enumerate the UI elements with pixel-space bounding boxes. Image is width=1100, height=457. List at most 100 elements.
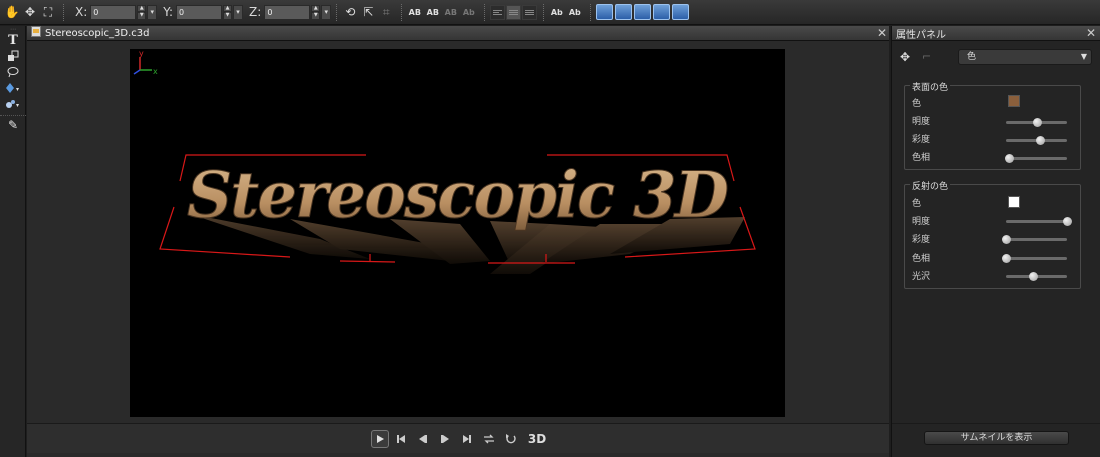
surface-color-group: 表面の色 色 明度 彩度 色相 bbox=[904, 80, 1081, 170]
text-style-button-3[interactable]: AB bbox=[443, 8, 458, 17]
y-coordinate-input[interactable]: 0 bbox=[176, 4, 223, 20]
view-perspective-icon[interactable] bbox=[615, 4, 633, 20]
reflection-color-label: 色 bbox=[912, 199, 922, 209]
toolbar-separator bbox=[336, 3, 338, 21]
rotate-icon[interactable]: ⟲ bbox=[342, 4, 358, 20]
repeat-button[interactable] bbox=[479, 429, 499, 449]
slider-knob[interactable] bbox=[1036, 136, 1046, 145]
reflection-gloss-slider[interactable] bbox=[1006, 272, 1067, 281]
y-label: Y: bbox=[163, 5, 174, 19]
view-top-icon[interactable] bbox=[653, 4, 671, 20]
next-frame-button[interactable] bbox=[435, 429, 455, 449]
surface-brightness-slider[interactable] bbox=[1006, 118, 1067, 127]
viewport-tab[interactable]: Stereoscopic_3D.c3d bbox=[27, 26, 889, 41]
play-button[interactable] bbox=[370, 429, 389, 448]
view-bottom-icon[interactable] bbox=[672, 4, 690, 20]
particle-tool-icon[interactable]: ▾ bbox=[0, 96, 26, 112]
shape-tool-icon[interactable] bbox=[0, 48, 26, 64]
text-style-button-1[interactable]: AB bbox=[407, 8, 422, 17]
lasso-tool-icon[interactable] bbox=[0, 64, 26, 80]
object-color-icon[interactable]: ▾ bbox=[0, 80, 26, 96]
text-tool-icon[interactable]: T bbox=[0, 32, 26, 48]
align-center-button[interactable] bbox=[506, 4, 522, 20]
viewport-panel: Stereoscopic_3D.c3d ✕ y x Stereoscopic 3… bbox=[27, 26, 889, 457]
slider-knob[interactable] bbox=[1002, 235, 1011, 244]
reflection-saturation-label: 彩度 bbox=[912, 235, 931, 245]
slider-knob[interactable] bbox=[1063, 217, 1072, 226]
chevron-down-icon: ▼ bbox=[1080, 52, 1087, 61]
property-panel-close-icon[interactable]: ✕ bbox=[1086, 27, 1096, 39]
hand-pan-icon[interactable]: ✋ bbox=[4, 4, 20, 20]
loop-icon bbox=[505, 434, 516, 444]
surface-color-title: 表面の色 bbox=[910, 80, 951, 93]
surface-color-label: 色 bbox=[912, 99, 922, 109]
property-tools: ✥ ⌐ 色 ▼ bbox=[892, 45, 1100, 71]
show-thumbnail-button[interactable]: サムネイルを表示 bbox=[924, 431, 1069, 445]
scene-svg: y x Stereoscopic 3D bbox=[133, 49, 756, 274]
x-label: X: bbox=[75, 5, 88, 19]
3d-canvas[interactable]: y x Stereoscopic 3D bbox=[130, 49, 785, 417]
crop-icon[interactable]: ⌗ bbox=[378, 4, 394, 20]
surface-saturation-slider[interactable] bbox=[1006, 136, 1067, 145]
text-style-button-2[interactable]: AB bbox=[425, 8, 440, 17]
toolbar-separator bbox=[590, 3, 592, 21]
text-style-button-4[interactable]: Ab bbox=[461, 8, 476, 17]
surface-color-swatch[interactable] bbox=[1008, 95, 1020, 107]
svg-text:▾: ▾ bbox=[16, 86, 19, 93]
fit-view-icon[interactable]: ⛶ bbox=[40, 4, 56, 20]
surface-brightness-label: 明度 bbox=[912, 117, 931, 127]
eyedropper-icon[interactable]: ⌐ bbox=[922, 50, 931, 63]
go-to-start-button[interactable] bbox=[391, 429, 411, 449]
axis-gizmo-icon: y x bbox=[133, 49, 158, 76]
scene-3d-text[interactable]: Stereoscopic 3D bbox=[187, 158, 732, 234]
playback-bar: 3D bbox=[27, 423, 889, 453]
material-tool-icon[interactable]: ✥ bbox=[900, 50, 910, 64]
resize-icon[interactable]: ⇱ bbox=[360, 4, 376, 20]
toolbar-separator bbox=[543, 3, 545, 21]
view-side-icon[interactable] bbox=[634, 4, 652, 20]
property-panel: 属性パネル ✕ ✥ ⌐ 色 ▼ 表面の色 色 明度 彩度 色相 反射の色 色 明… bbox=[891, 26, 1100, 457]
align-right-button[interactable] bbox=[522, 4, 538, 20]
z-spinner[interactable]: ▲ ▼ bbox=[311, 4, 321, 20]
reflection-hue-slider[interactable] bbox=[1002, 254, 1067, 263]
loop-button[interactable] bbox=[501, 429, 521, 449]
reflection-saturation-slider[interactable] bbox=[1002, 235, 1067, 244]
slider-knob[interactable] bbox=[1002, 254, 1011, 263]
3d-mode-button[interactable]: 3D bbox=[528, 432, 546, 446]
reflection-color-title: 反射の色 bbox=[910, 179, 951, 192]
slider-knob[interactable] bbox=[1028, 272, 1038, 281]
y-dropdown-button[interactable]: ▾ bbox=[233, 4, 244, 20]
align-left-button[interactable] bbox=[490, 4, 506, 20]
go-to-end-button[interactable] bbox=[457, 429, 477, 449]
surface-hue-label: 色相 bbox=[912, 153, 931, 163]
viewport-close-icon[interactable]: ✕ bbox=[877, 27, 887, 39]
material-select[interactable]: 色 ▼ bbox=[958, 49, 1092, 65]
surface-hue-slider[interactable] bbox=[1005, 154, 1067, 163]
slider-knob[interactable] bbox=[1032, 118, 1042, 127]
z-coordinate-input[interactable]: 0 bbox=[264, 4, 311, 20]
z-dropdown-button[interactable]: ▾ bbox=[321, 4, 332, 20]
reflection-color-swatch[interactable] bbox=[1008, 196, 1020, 208]
x-coordinate-input[interactable]: 0 bbox=[90, 4, 137, 20]
prev-frame-icon bbox=[418, 434, 427, 443]
line-spacing-button[interactable]: Ab bbox=[567, 8, 582, 17]
svg-text:▾: ▾ bbox=[16, 102, 19, 109]
y-spinner[interactable]: ▲ ▼ bbox=[223, 4, 233, 20]
skip-end-icon bbox=[462, 434, 471, 443]
x-spinner[interactable]: ▲ ▼ bbox=[137, 4, 147, 20]
move-tool-icon[interactable]: ✥ bbox=[22, 4, 38, 20]
slider-knob[interactable] bbox=[1005, 154, 1015, 163]
toolbar-separator bbox=[63, 3, 64, 21]
edit-tool-icon[interactable]: ✎ bbox=[0, 115, 26, 134]
toolbar-separator bbox=[484, 3, 486, 21]
previous-frame-button[interactable] bbox=[413, 429, 433, 449]
material-select-value: 色 bbox=[967, 52, 977, 62]
left-tool-bar: ⋯ T ▾ ▾ ✎ bbox=[0, 26, 26, 457]
x-dropdown-button[interactable]: ▾ bbox=[147, 4, 158, 20]
letter-spacing-button[interactable]: Ab bbox=[549, 8, 564, 17]
property-panel-footer bbox=[892, 423, 1100, 424]
reflection-color-group: 反射の色 色 明度 彩度 色相 光沢 bbox=[904, 179, 1081, 289]
reflection-brightness-slider[interactable] bbox=[1006, 217, 1072, 226]
document-icon bbox=[31, 26, 41, 40]
view-front-icon[interactable] bbox=[596, 4, 614, 20]
